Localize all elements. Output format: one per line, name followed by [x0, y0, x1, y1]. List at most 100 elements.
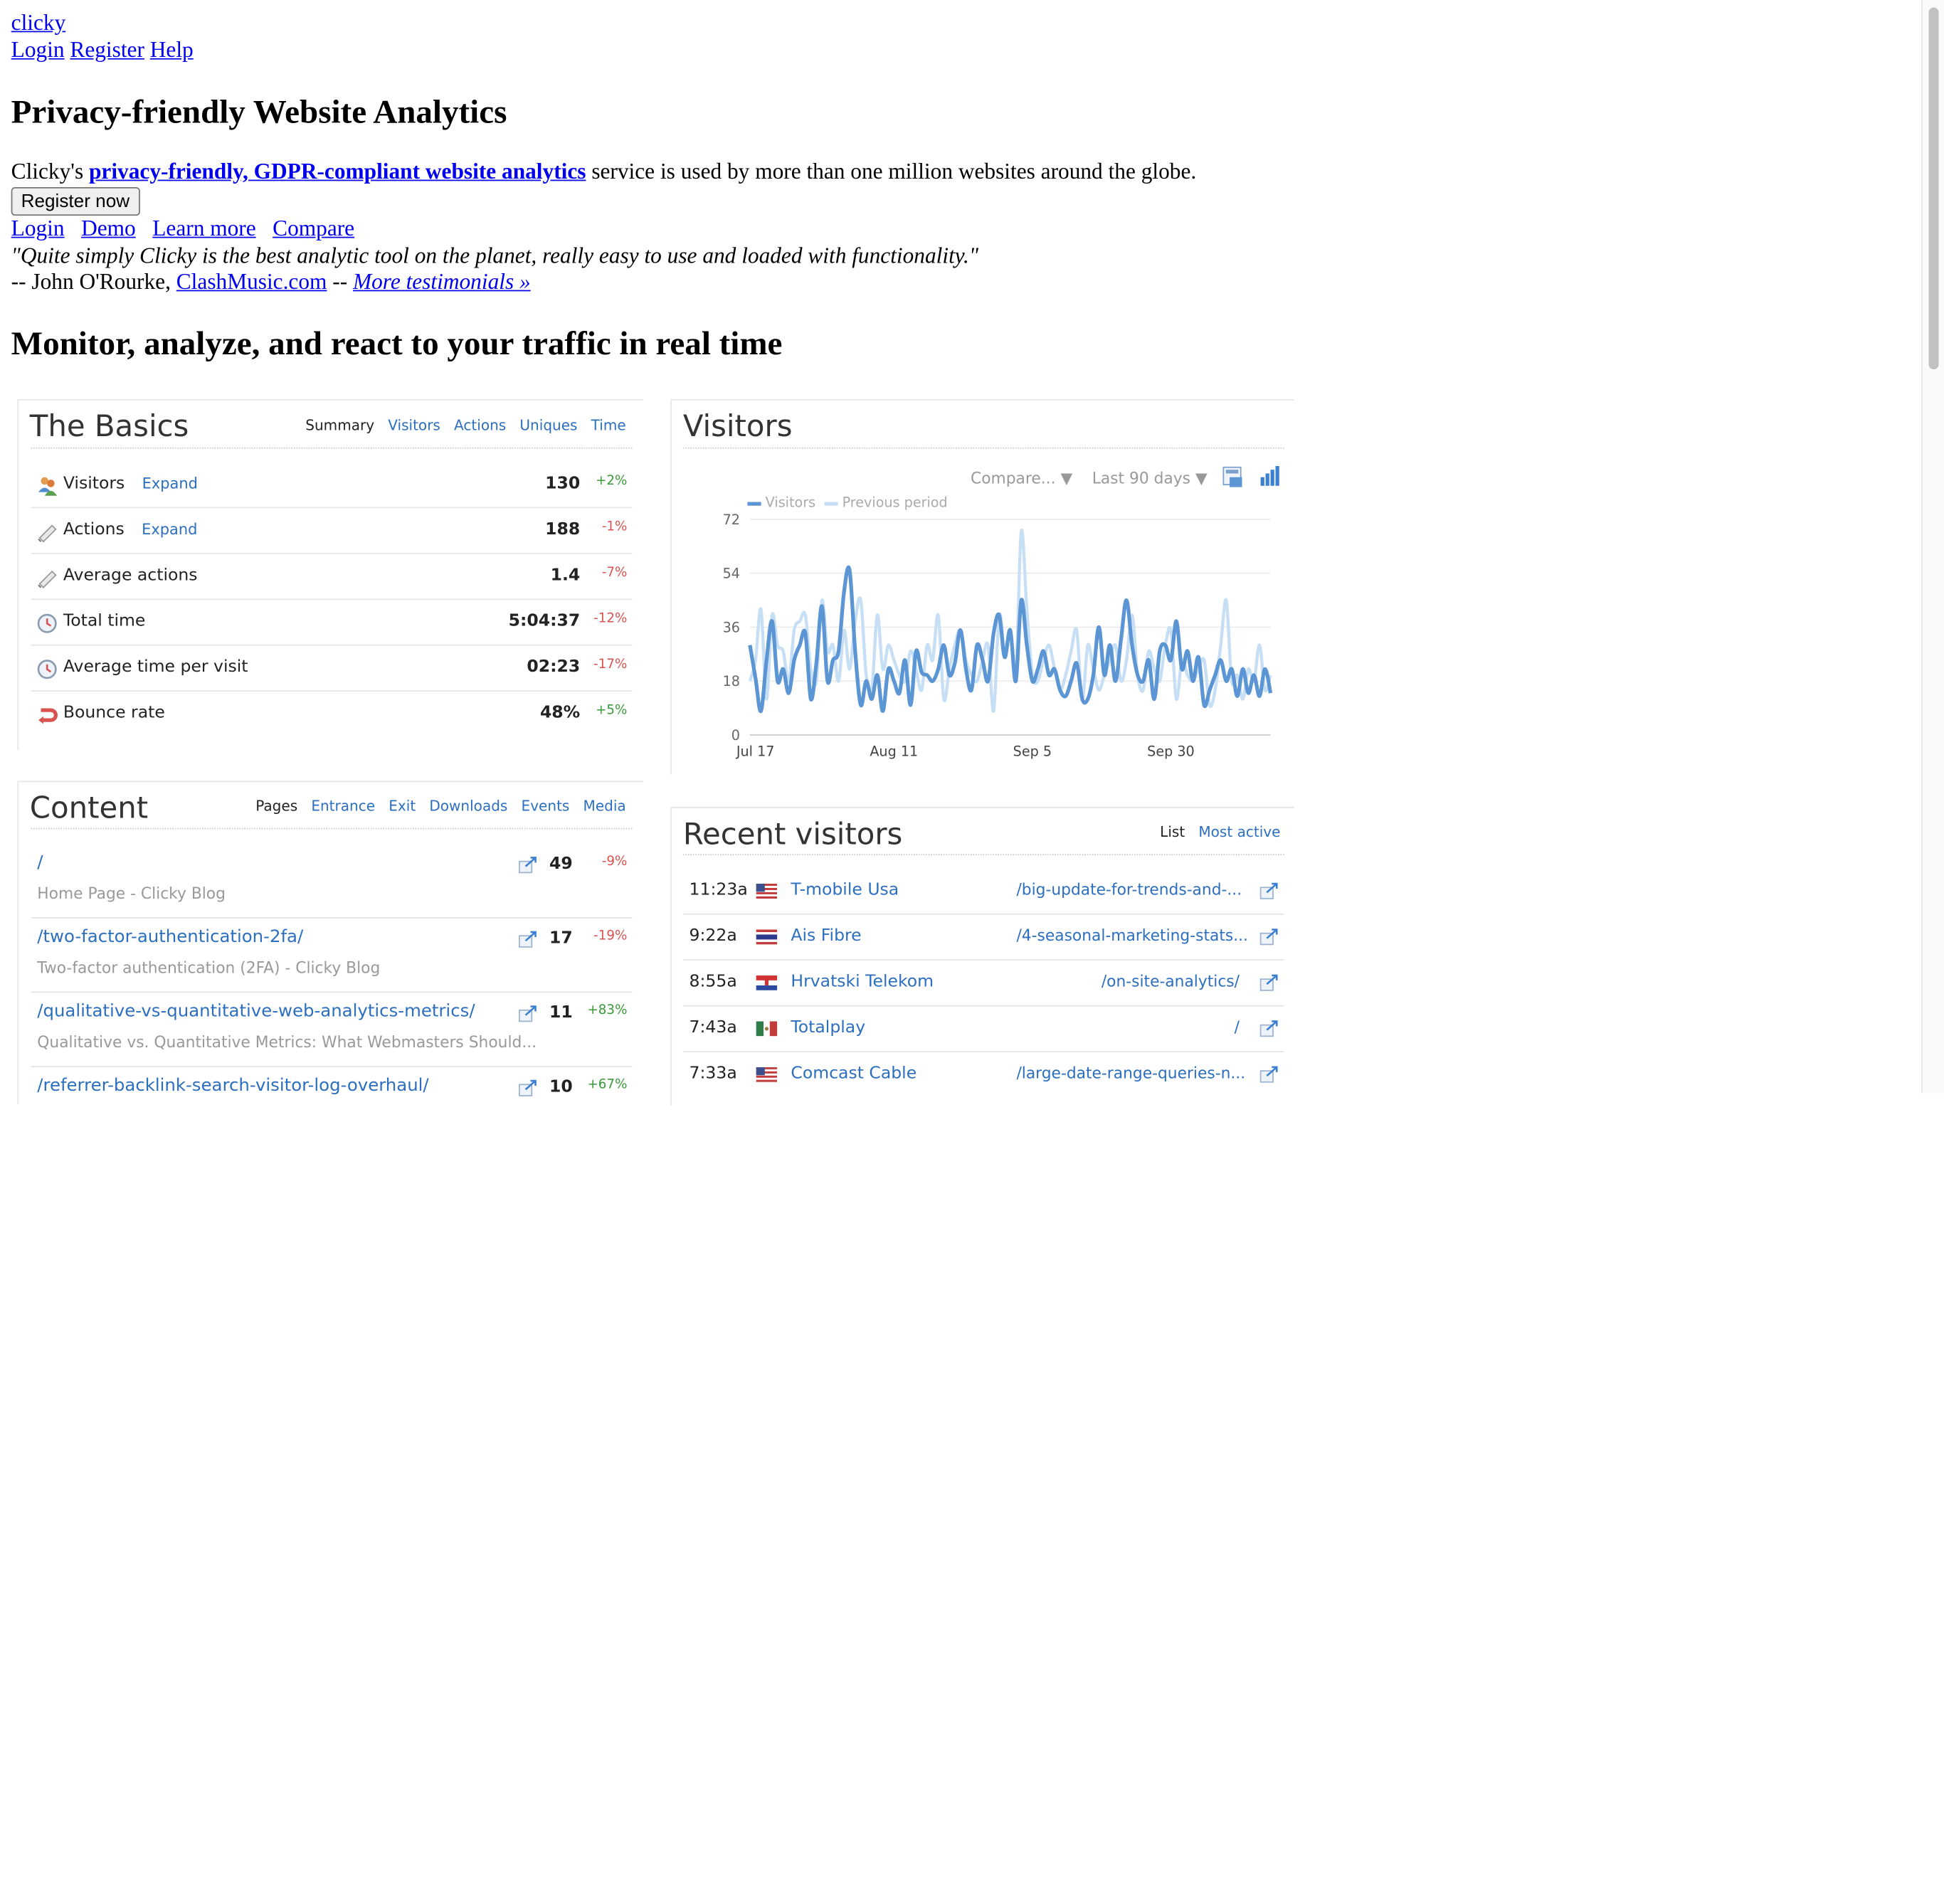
external-link-icon[interactable] — [518, 1079, 538, 1096]
y-tick-label: 18 — [723, 673, 740, 689]
recent-visitor-row[interactable]: 7:33a Comcast Cable/large-date-range-quer… — [683, 1051, 1284, 1096]
external-link-icon[interactable] — [1259, 1020, 1279, 1037]
external-link-icon[interactable] — [1259, 929, 1279, 946]
basics-divider — [31, 447, 633, 449]
hero-intro-link[interactable]: privacy-friendly, GDPR-compliant website… — [89, 159, 586, 184]
export-icon[interactable] — [1222, 466, 1245, 488]
visitor-org-link[interactable]: T-mobile Usa — [791, 880, 899, 900]
chevron-down-icon: ▼ — [1195, 468, 1208, 487]
clock-icon — [36, 658, 57, 679]
flag-us-icon — [756, 1067, 778, 1082]
x-tick-label: Sep 5 — [1013, 744, 1052, 760]
testimonial-attribution: -- John O'Rourke, ClashMusic.com -- More… — [11, 269, 531, 295]
visitor-page-link[interactable]: / — [1235, 1017, 1240, 1036]
basics-row-label: Actions Expand — [63, 519, 198, 539]
basics-row-value: 188 — [545, 519, 581, 539]
nav-register[interactable]: Register — [70, 37, 144, 62]
external-link-icon[interactable] — [518, 930, 538, 948]
content-path-link[interactable]: /two-factor-authentication-2fa/ — [37, 927, 303, 947]
testimonial-quote: "Quite simply Clicky is the best analyti… — [11, 243, 979, 268]
hero-link-login[interactable]: Login — [11, 216, 65, 240]
compare-dropdown[interactable]: Compare... ▼ — [971, 468, 1072, 487]
recent-visitor-row[interactable]: 9:22a Ais Fibre/4-seasonal-marketing-stat… — [682, 914, 1284, 961]
x-tick-label: Sep 30 — [1147, 744, 1195, 760]
tab-exit[interactable]: Exit — [389, 797, 416, 814]
expand-link[interactable]: Expand — [142, 475, 198, 492]
recent-visitor-row[interactable]: 8:55a Hrvatski Telekom/on-site-analytics/ — [682, 959, 1284, 1007]
recent-visitor-row[interactable]: 11:23a T-mobile Usa/big-update-for-trends… — [682, 867, 1284, 915]
row-label-text: Visitors — [63, 473, 125, 494]
external-link-icon[interactable] — [1259, 882, 1279, 899]
visitors-line-chart: 0 18 36 54 72 Jul 17 Aug 11 Sep 5 Sep 30 — [723, 512, 1273, 760]
hero-link-compare[interactable]: Compare — [273, 216, 354, 240]
tab-downloads[interactable]: Downloads — [429, 797, 507, 814]
tab-visitors[interactable]: Visitors — [388, 416, 440, 433]
hero-link-demo[interactable]: Demo — [81, 216, 136, 240]
logo-link[interactable]: clicky — [11, 10, 66, 36]
visitor-org-link[interactable]: Totalplay — [791, 1017, 865, 1037]
content-row-value: 49 — [549, 854, 573, 874]
hero-intro: Clicky's privacy-friendly, GDPR-complian… — [11, 159, 1197, 185]
tab-pages[interactable]: Pages — [255, 797, 297, 814]
x-tick-label: Aug 11 — [870, 744, 918, 760]
content-row-value: 10 — [549, 1077, 573, 1097]
tab-media[interactable]: Media — [583, 797, 626, 814]
tab-uniques[interactable]: Uniques — [519, 416, 577, 433]
basics-row: Average actions 1.4 -7% — [31, 553, 633, 601]
nav-login[interactable]: Login — [11, 37, 65, 62]
chevron-down-icon: ▼ — [1060, 468, 1073, 487]
basics-row-value: 130 — [545, 473, 581, 494]
basics-row-value: 5:04:37 — [508, 610, 581, 631]
visitor-page-link[interactable]: /big-update-for-trends-and-... — [1016, 880, 1242, 899]
tab-list[interactable]: List — [1160, 823, 1185, 840]
more-testimonials-link[interactable]: More testimonials » — [353, 269, 531, 294]
recent-visitor-row[interactable]: 7:43a Totalplay / — [682, 1005, 1284, 1052]
hero-link-learn-more[interactable]: Learn more — [152, 216, 255, 240]
external-link-icon[interactable] — [518, 1004, 538, 1022]
visitor-page-link[interactable]: /4-seasonal-marketing-stats... — [1016, 926, 1248, 944]
visitor-org-link[interactable]: Hrvatski Telekom — [791, 972, 934, 992]
tab-time[interactable]: Time — [591, 416, 626, 433]
page-scrollbar[interactable] — [1921, 0, 1944, 1094]
content-path-link[interactable]: /qualitative-vs-quantitative-web-analyti… — [37, 1002, 475, 1022]
range-dropdown[interactable]: Last 90 days ▼ — [1092, 468, 1208, 487]
expand-link[interactable]: Expand — [142, 521, 197, 538]
bar-chart-icon[interactable] — [1259, 465, 1282, 486]
visitor-page-link[interactable]: /on-site-analytics/ — [1102, 972, 1240, 990]
row-label-text: Average time per visit — [63, 657, 248, 677]
actions-icon — [36, 566, 57, 588]
basics-row-label: Total time — [63, 611, 146, 631]
tab-summary[interactable]: Summary — [305, 416, 374, 433]
content-row-change: +67% — [587, 1077, 628, 1092]
attribution-sep: -- — [327, 269, 354, 294]
tab-most-active[interactable]: Most active — [1198, 823, 1280, 840]
row-label-text: Average actions — [63, 565, 198, 586]
content-path-link[interactable]: / — [37, 852, 43, 872]
external-link-icon[interactable] — [518, 855, 538, 874]
row-label-text: Total time — [63, 610, 146, 631]
register-now-button[interactable]: Register now — [11, 187, 140, 216]
visitor-org-link[interactable]: Comcast Cable — [791, 1064, 916, 1084]
basics-row-change: -1% — [601, 519, 628, 534]
basics-row: Actions Expand 188 -1% — [31, 507, 633, 554]
hero-links: Login Demo Learn more Compare — [11, 216, 354, 242]
nav-help[interactable]: Help — [150, 37, 194, 62]
tab-events[interactable]: Events — [522, 797, 570, 814]
tab-actions[interactable]: Actions — [454, 416, 506, 433]
top-nav: Login Register Help — [11, 37, 194, 63]
basics-tabs: Summary Visitors Actions Uniques Time — [292, 416, 626, 433]
external-link-icon[interactable] — [1259, 974, 1279, 991]
external-link-icon[interactable] — [1259, 1066, 1279, 1083]
scrollbar-thumb[interactable] — [1928, 7, 1939, 370]
basics-row-label: Bounce rate — [63, 703, 165, 723]
flag-mx-icon — [756, 1021, 778, 1037]
basics-row-change: -17% — [593, 657, 628, 672]
content-page-title: Qualitative vs. Quantitative Metrics: Wh… — [37, 1032, 537, 1052]
basics-row: Average time per visit 02:23 -17% — [31, 645, 633, 692]
basics-row-change: +5% — [596, 702, 628, 718]
recent-title: Recent visitors — [682, 816, 903, 852]
tab-entrance[interactable]: Entrance — [311, 797, 375, 814]
visitor-page-link[interactable]: /large-date-range-queries-n... — [1016, 1064, 1245, 1082]
visitor-org-link[interactable]: Ais Fibre — [791, 926, 861, 946]
clashmusic-link[interactable]: ClashMusic.com — [176, 269, 327, 294]
